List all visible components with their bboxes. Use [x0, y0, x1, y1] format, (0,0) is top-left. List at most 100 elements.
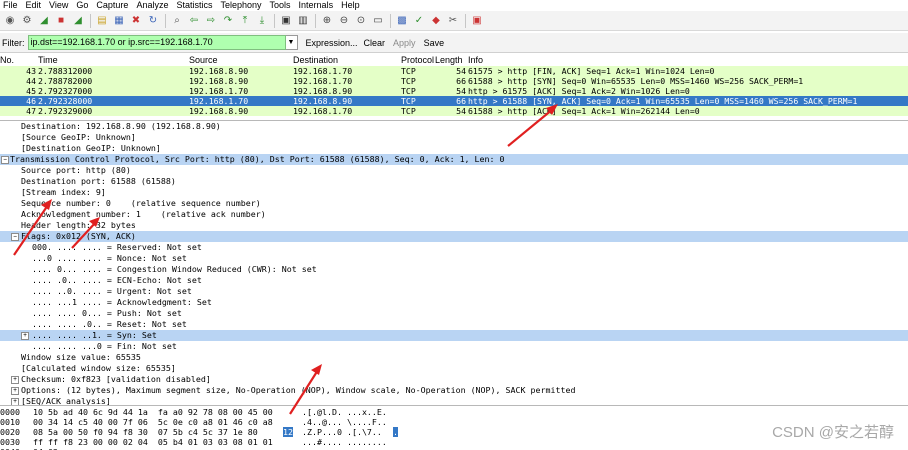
detail-row[interactable]: Window size value: 65535 — [0, 352, 908, 363]
detail-row[interactable]: +.... .... ..1. = Syn: Set — [0, 330, 908, 341]
detail-row[interactable]: .... .... 0... = Push: Not set — [0, 308, 908, 319]
menu-help[interactable]: Help — [338, 0, 365, 11]
toolbar-separator — [390, 13, 391, 28]
clear-button[interactable]: Clear — [364, 38, 386, 48]
selected-hex-byte[interactable]: 12 — [283, 427, 293, 437]
packet-row[interactable]: 46 2.792328000 192.168.1.70 192.168.8.90 TCP… — [0, 96, 908, 106]
menu-go[interactable]: Go — [73, 0, 93, 11]
packet-row[interactable]: 45 2.792327000 192.168.1.70 192.168.8.90 TCP… — [0, 86, 908, 96]
packet-list-header: No. Time Source Destination Protocol Len… — [0, 55, 908, 66]
save-file-icon[interactable]: ▦ — [111, 13, 127, 29]
menu-view[interactable]: View — [46, 0, 73, 11]
detail-text: Sequence number: 0 (relative sequence nu… — [21, 198, 261, 208]
detail-text: Transmission Control Protocol, Src Port:… — [10, 154, 505, 164]
column-header-destination[interactable]: Destination — [293, 55, 338, 66]
last-packet-icon[interactable]: ⤓ — [254, 13, 270, 29]
colorize-icon[interactable]: ▣ — [278, 13, 294, 29]
hex-offset: 0000 — [0, 407, 20, 417]
detail-row[interactable]: − Transmission Control Protocol, Src Port… — [0, 154, 908, 165]
close-file-icon[interactable]: ✖ — [128, 13, 144, 29]
restart-capture-icon[interactable]: ◢ — [70, 13, 86, 29]
menu-telephony[interactable]: Telephony — [217, 0, 266, 11]
resize-columns-icon[interactable]: ▭ — [370, 13, 386, 29]
column-header-time[interactable]: Time — [38, 55, 58, 66]
interfaces-icon[interactable]: ◉ — [2, 13, 18, 29]
zoom-in-icon[interactable]: ⊕ — [319, 13, 335, 29]
menu-internals[interactable]: Internals — [296, 0, 339, 11]
menu-capture[interactable]: Capture — [93, 0, 133, 11]
detail-row[interactable]: Acknowledgment number: 1 (relative ack n… — [0, 209, 908, 220]
first-packet-icon[interactable]: ⤒ — [237, 13, 253, 29]
detail-text: Flags: 0x012 (SYN, ACK) — [21, 231, 136, 241]
filter-history-dropdown[interactable]: ▼ — [285, 35, 298, 50]
detail-row[interactable]: [Stream index: 9] — [0, 187, 908, 198]
detail-row[interactable]: Header length: 32 bytes — [0, 220, 908, 231]
reload-icon[interactable]: ↻ — [145, 13, 161, 29]
detail-row[interactable]: 000. .... .... = Reserved: Not set — [0, 242, 908, 253]
go-back-icon[interactable]: ⇦ — [186, 13, 202, 29]
menu-statistics[interactable]: Statistics — [173, 0, 217, 11]
detail-row[interactable]: Source port: http (80) — [0, 165, 908, 176]
autoscroll-icon[interactable]: ▥ — [295, 13, 311, 29]
collapse-icon[interactable]: − — [1, 156, 9, 164]
zoom-out-icon[interactable]: ⊖ — [336, 13, 352, 29]
selected-ascii-char[interactable]: . — [393, 427, 398, 437]
display-filters-icon[interactable]: ✓ — [411, 13, 427, 29]
packet-cell-src: 192.168.1.70 — [189, 96, 249, 106]
detail-row[interactable]: + Options: (12 bytes), Maximum segment si… — [0, 385, 908, 396]
packet-row[interactable]: 43 2.788312000 192.168.8.90 192.168.1.70 TCP… — [0, 66, 908, 76]
find-packet-icon[interactable]: ⌕ — [169, 13, 185, 29]
watermark: CSDN @安之若醇 — [772, 424, 894, 441]
menu-analyze[interactable]: Analyze — [133, 0, 173, 11]
expand-icon[interactable]: + — [21, 332, 29, 340]
detail-row[interactable]: .... .0.. .... = ECN-Echo: Not set — [0, 275, 908, 286]
column-header-protocol[interactable]: Protocol — [401, 55, 434, 66]
detail-row[interactable]: Destination port: 61588 (61588) — [0, 176, 908, 187]
detail-text: 000. .... .... = Reserved: Not set — [32, 242, 202, 252]
menu-edit[interactable]: Edit — [23, 0, 47, 11]
preferences-icon[interactable]: ✂ — [445, 13, 461, 29]
detail-row[interactable]: .... 0... .... = Congestion Window Reduc… — [0, 264, 908, 275]
detail-row[interactable]: .... .... ...0 = Fin: Not set — [0, 341, 908, 352]
detail-row[interactable]: + Checksum: 0xf823 [validation disabled] — [0, 374, 908, 385]
menu-file[interactable]: File — [0, 0, 23, 11]
detail-row[interactable]: .... .... .0.. = Reset: Not set — [0, 319, 908, 330]
help-icon[interactable]: ▣ — [469, 13, 485, 29]
hex-ascii: ...#.... ........ — [302, 437, 387, 447]
capture-options-icon[interactable]: ⚙ — [19, 13, 35, 29]
detail-row[interactable]: − Flags: 0x012 (SYN, ACK) — [0, 231, 908, 242]
stop-capture-icon[interactable]: ■ — [53, 13, 69, 29]
apply-button[interactable]: Apply — [393, 38, 416, 48]
start-capture-icon[interactable]: ◢ — [36, 13, 52, 29]
save-button[interactable]: Save — [424, 38, 445, 48]
detail-row[interactable]: Sequence number: 0 (relative sequence nu… — [0, 198, 908, 209]
column-header-length[interactable]: Length — [435, 55, 463, 66]
column-header-source[interactable]: Source — [189, 55, 218, 66]
go-forward-icon[interactable]: ⇨ — [203, 13, 219, 29]
detail-row[interactable]: .... ...1 .... = Acknowledgment: Set — [0, 297, 908, 308]
display-filter-input[interactable]: ip.dst==192.168.1.70 or ip.src==192.168.… — [27, 35, 286, 50]
expression-button[interactable]: Expression... — [306, 38, 358, 48]
column-header-info[interactable]: Info — [468, 55, 483, 66]
menu-tools[interactable]: Tools — [267, 0, 296, 11]
detail-row[interactable]: ...0 .... .... = Nonce: Not set — [0, 253, 908, 264]
packet-row[interactable]: 47 2.792329000 192.168.8.90 192.168.1.70 TCP… — [0, 106, 908, 116]
open-file-icon[interactable]: ▤ — [94, 13, 110, 29]
detail-row[interactable]: [Calculated window size: 65535] — [0, 363, 908, 374]
packet-row[interactable]: 44 2.788782000 192.168.8.90 192.168.1.70 TCP… — [0, 76, 908, 86]
capture-filters-icon[interactable]: ▩ — [394, 13, 410, 29]
packet-cell-info: http > 61588 [SYN, ACK] Seq=0 Ack=1 Win=… — [468, 96, 858, 106]
coloring-rules-icon[interactable]: ◆ — [428, 13, 444, 29]
normal-size-icon[interactable]: ⊙ — [353, 13, 369, 29]
column-header-no[interactable]: No. — [0, 55, 14, 66]
detail-row[interactable]: [Destination GeoIP: Unknown] — [0, 143, 908, 154]
detail-row[interactable]: .... ..0. .... = Urgent: Not set — [0, 286, 908, 297]
collapse-icon[interactable]: − — [11, 233, 19, 241]
packet-cell-time: 2.792329000 — [38, 106, 93, 116]
go-to-packet-icon[interactable]: ↷ — [220, 13, 236, 29]
detail-row[interactable]: Destination: 192.168.8.90 (192.168.8.90) — [0, 121, 908, 132]
expand-icon[interactable]: + — [11, 376, 19, 384]
expand-icon[interactable]: + — [11, 387, 19, 395]
detail-row[interactable]: [Source GeoIP: Unknown] — [0, 132, 908, 143]
detail-text: Destination port: 61588 (61588) — [21, 176, 176, 186]
